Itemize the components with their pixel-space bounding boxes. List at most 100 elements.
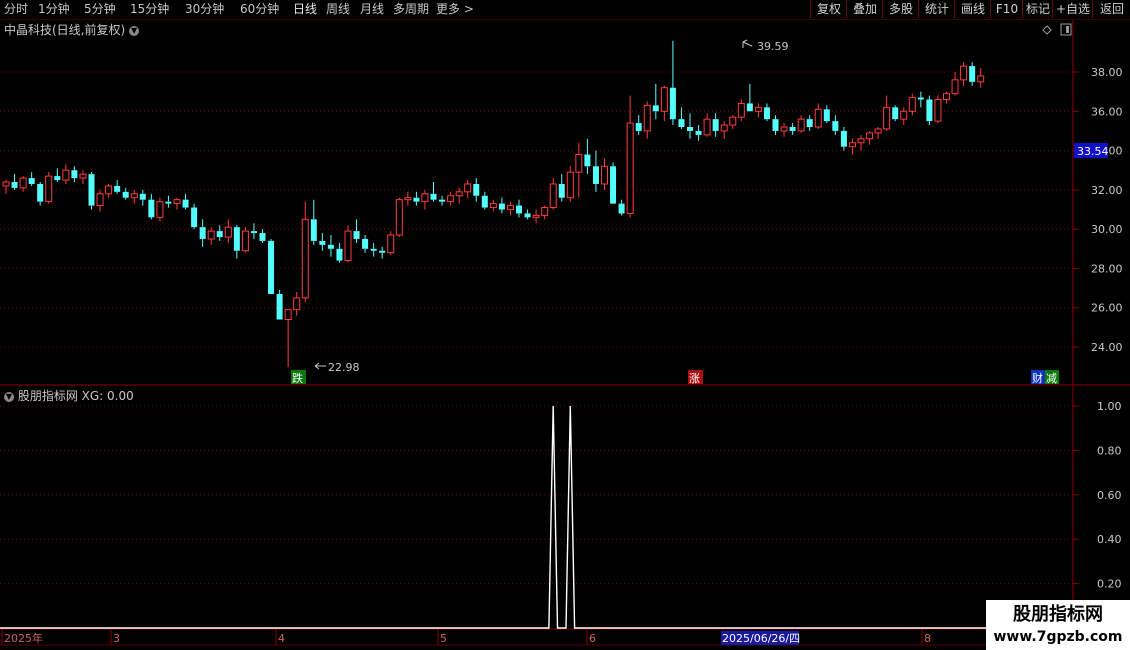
candle bbox=[934, 95, 942, 124]
event-marker-jian[interactable]: 减 bbox=[1045, 370, 1059, 385]
candle bbox=[797, 115, 805, 133]
candle bbox=[951, 72, 959, 96]
candle bbox=[284, 309, 292, 368]
candle bbox=[191, 203, 198, 230]
svg-text:减: 减 bbox=[1046, 372, 1057, 385]
candle bbox=[259, 229, 266, 243]
indicator-tick-label: 1.00 bbox=[1097, 400, 1122, 413]
period-tab-more[interactable]: 更多 > bbox=[436, 1, 474, 17]
candle bbox=[122, 187, 129, 200]
candle bbox=[224, 219, 232, 243]
candle bbox=[148, 193, 155, 220]
candle bbox=[917, 91, 924, 108]
candlestick-series bbox=[2, 40, 985, 368]
price-tick-label: 24.00 bbox=[1091, 341, 1123, 354]
candle bbox=[464, 180, 472, 198]
period-tab-week[interactable]: 周线 bbox=[326, 1, 350, 17]
candle bbox=[908, 93, 916, 116]
period-tab-month[interactable]: 月线 bbox=[360, 1, 384, 17]
candle bbox=[737, 99, 745, 122]
indicator-tick-label: 0.60 bbox=[1097, 489, 1122, 502]
add-watchlist-button[interactable]: +自选 bbox=[1052, 0, 1093, 18]
draw-line-button[interactable]: 画线 bbox=[954, 0, 991, 18]
candle bbox=[344, 225, 352, 263]
candle bbox=[62, 164, 70, 184]
candle bbox=[943, 91, 950, 104]
price-tick-label: 30.00 bbox=[1091, 223, 1123, 236]
candle bbox=[584, 138, 591, 175]
diamond-icon[interactable] bbox=[1042, 25, 1052, 35]
indicator-title-label: 股朋指标网 XG: 0.00 bbox=[17, 389, 134, 403]
window-toggle-icon[interactable] bbox=[1060, 23, 1072, 36]
period-tab-60min[interactable]: 60分钟 bbox=[240, 1, 279, 17]
f10-button[interactable]: F10 bbox=[990, 0, 1023, 18]
period-tab-multi[interactable]: 多周期 bbox=[393, 1, 429, 17]
period-tab-15min[interactable]: 15分钟 bbox=[130, 1, 169, 17]
candle bbox=[754, 103, 762, 118]
candle bbox=[430, 182, 437, 202]
candle bbox=[301, 201, 309, 302]
current-price-box bbox=[1074, 143, 1108, 158]
event-marker-zhang[interactable]: 涨 bbox=[688, 370, 703, 385]
time-axis-label: 3 bbox=[113, 632, 120, 645]
candle bbox=[481, 191, 488, 210]
candle bbox=[712, 113, 719, 137]
period-tab-30min[interactable]: 30分钟 bbox=[185, 1, 224, 17]
stock-title-label: 中晶科技(日线,前复权) bbox=[4, 23, 126, 37]
candle bbox=[54, 168, 61, 182]
time-axis-label: 2025年 bbox=[4, 631, 43, 645]
candle bbox=[498, 197, 505, 214]
candle bbox=[532, 209, 540, 224]
price-tick-label: 38.00 bbox=[1091, 66, 1123, 79]
current-price-label: 33.54 bbox=[1077, 145, 1109, 158]
kline-chart: 38.00 36.00 34.00 32.00 30.00 28.00 26.00 24.00… bbox=[0, 20, 1130, 646]
candle bbox=[506, 201, 514, 216]
overlay-button[interactable]: 叠加 bbox=[846, 0, 883, 18]
indicator-tick-label: 0.80 bbox=[1097, 444, 1122, 457]
price-tick-label: 32.00 bbox=[1091, 184, 1123, 197]
candle bbox=[130, 189, 138, 204]
svg-text:涨: 涨 bbox=[689, 372, 700, 385]
candle bbox=[404, 191, 412, 206]
candle bbox=[165, 195, 172, 208]
fuquan-button[interactable]: 复权 bbox=[810, 0, 847, 18]
candle bbox=[293, 292, 301, 316]
candle bbox=[250, 223, 257, 239]
candle bbox=[549, 178, 557, 210]
event-marker-die[interactable]: 跌 bbox=[291, 370, 306, 385]
candle bbox=[447, 191, 455, 206]
candle bbox=[421, 189, 429, 210]
candle bbox=[379, 246, 386, 259]
candle bbox=[866, 130, 874, 145]
candle bbox=[558, 174, 565, 202]
chevron-down-icon[interactable]: ▼ bbox=[4, 392, 14, 402]
stats-button[interactable]: 统计 bbox=[918, 0, 955, 18]
period-tab-day[interactable]: 日线 bbox=[293, 1, 317, 17]
candle bbox=[703, 113, 711, 137]
watermark-logo: 股朋指标网 www.7gpzb.com bbox=[986, 600, 1130, 650]
multi-stock-button[interactable]: 多股 bbox=[882, 0, 919, 18]
candle bbox=[660, 85, 668, 122]
low-annotation: 22.98 bbox=[314, 361, 360, 374]
chevron-down-icon[interactable]: ▼ bbox=[129, 26, 140, 36]
candle bbox=[516, 199, 522, 218]
candle bbox=[439, 195, 446, 206]
period-toolbar: 分时 1分钟 5分钟 15分钟 30分钟 60分钟 日线 周线 月线 多周期 更… bbox=[0, 0, 1130, 20]
candle bbox=[687, 113, 693, 139]
period-tab-1min[interactable]: 1分钟 bbox=[38, 1, 70, 17]
back-button[interactable]: 返回 bbox=[1092, 0, 1130, 18]
candle bbox=[592, 150, 599, 192]
event-marker-cai[interactable]: 财 bbox=[1031, 370, 1046, 385]
candle bbox=[566, 166, 574, 202]
candle bbox=[601, 158, 608, 190]
candle bbox=[541, 205, 549, 220]
cursor-date-label: 2025/06/26/四 bbox=[722, 632, 800, 645]
candle bbox=[19, 176, 27, 192]
period-tab-5min[interactable]: 5分钟 bbox=[84, 1, 116, 17]
period-tab-fenshi[interactable]: 分时 bbox=[4, 1, 28, 17]
low-price-label: 22.98 bbox=[328, 361, 360, 374]
mark-button[interactable]: 标记 bbox=[1022, 0, 1053, 18]
candle bbox=[840, 127, 847, 151]
candle bbox=[969, 62, 976, 86]
candle bbox=[241, 227, 249, 253]
